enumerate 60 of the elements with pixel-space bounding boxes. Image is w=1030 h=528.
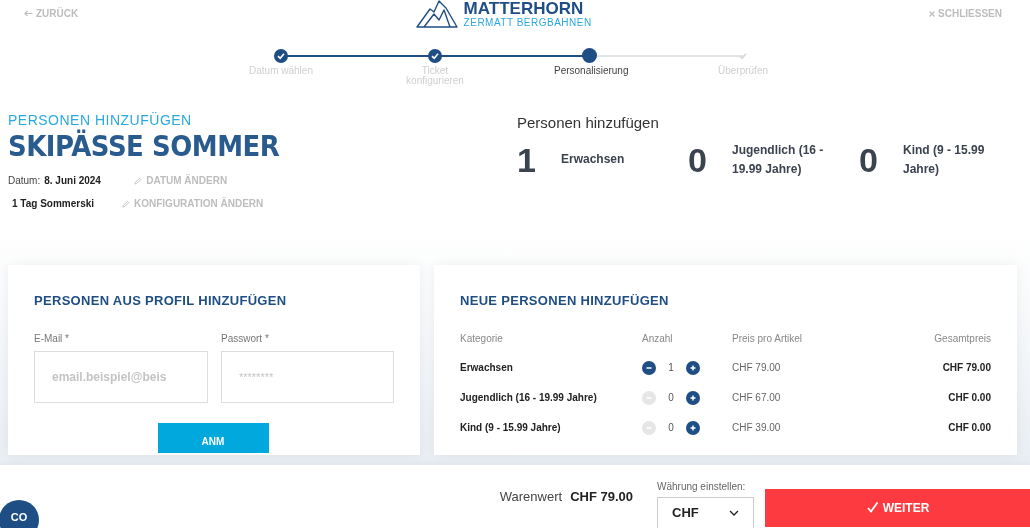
field-label: E-Mail * <box>34 331 70 346</box>
person-count: 0 <box>859 142 879 177</box>
product-name: 1 Tag Sommerski <box>12 197 96 211</box>
plus-icon <box>689 423 697 432</box>
person-category: Jugendlich (16 - 19.99 Jahre) <box>732 141 825 178</box>
field-label: Passwort * <box>221 331 270 346</box>
mountain-logo-icon <box>415 0 458 28</box>
next-button[interactable]: WEITER <box>765 488 1030 527</box>
quantity-value: 0 <box>667 391 675 405</box>
currency-select[interactable]: CHF <box>657 497 754 528</box>
date-label: Datum: <box>8 174 41 188</box>
quantity-value: 1 <box>667 361 675 375</box>
summary-title: Personen hinzufügen <box>517 113 660 133</box>
back-link[interactable]: ZURÜCK <box>24 6 79 21</box>
plus-icon <box>689 393 697 402</box>
category-cell-text: Jugendlich (16 - 19.99 Jahre) <box>460 391 598 405</box>
change-date-link[interactable]: DATUM ÄNDERN <box>134 173 228 188</box>
quantity-value: 0 <box>667 421 675 435</box>
close-link[interactable]: SCHLIESSEN <box>929 6 1002 21</box>
unit-price-cell-text: CHF 67.00 <box>732 391 782 405</box>
check-icon <box>865 501 879 514</box>
category-cell-text: Kind (9 - 15.99 Jahre) <box>460 421 562 435</box>
person-count: 0 <box>688 142 708 177</box>
currency-label: Währung einstellen: <box>657 480 747 494</box>
person-category: Erwachsen <box>561 151 626 168</box>
logo-title: MATTERHORN <box>463 0 585 17</box>
pencil-icon <box>134 176 143 185</box>
person-category: Kind (9 - 15.99 Jahre) <box>903 141 986 178</box>
section-eyebrow: PERSONEN HINZUFÜGEN <box>8 111 193 129</box>
plus-icon <box>689 363 697 372</box>
increase-button[interactable] <box>686 390 700 405</box>
page-title: SKIPÄSSE SOMMER <box>8 129 280 163</box>
unit-price-cell-text: CHF 79.00 <box>732 361 782 375</box>
increase-button[interactable] <box>686 420 700 435</box>
category-cell-text: Erwachsen <box>460 361 514 375</box>
close-icon <box>929 10 936 17</box>
column-header: Anzahl <box>642 331 674 346</box>
unit-price-cell-text: CHF 39.00 <box>732 421 782 435</box>
person-count: 1 <box>517 142 537 177</box>
login-button[interactable]: ANM <box>157 422 269 453</box>
column-header: Preis pro Artikel <box>732 331 804 346</box>
date-value: 8. Juni 2024 <box>44 174 102 188</box>
total-price-cell-text: CHF 79.00 <box>942 361 991 375</box>
increase-button[interactable] <box>686 360 700 375</box>
chevron-down-icon <box>729 510 739 516</box>
goods-value-label: Warenwert <box>499 487 563 506</box>
column-header: Kategorie <box>460 331 504 346</box>
email-field[interactable]: email.beispiel@beis <box>34 350 208 403</box>
logo-subtitle: ZERMATT BERGBAHNEN <box>463 17 592 28</box>
change-configuration-link[interactable]: KONFIGURATION ÄNDERN <box>122 196 264 211</box>
total-price-cell-text: CHF 0.00 <box>948 391 991 405</box>
column-header: Gesamtpreis <box>934 331 991 346</box>
card-title: NEUE PERSONEN HINZUFÜGEN <box>460 292 670 310</box>
arrow-left-icon <box>24 10 33 17</box>
password-field[interactable]: ******** <box>221 350 394 403</box>
total-price-cell-text: CHF 0.00 <box>948 421 991 435</box>
card-title: PERSONEN AUS PROFIL HINZUFÜGEN <box>34 292 288 310</box>
pencil-icon <box>122 199 130 208</box>
decrease-button[interactable] <box>642 360 656 375</box>
goods-value-amount: CHF 79.00 <box>570 487 633 506</box>
